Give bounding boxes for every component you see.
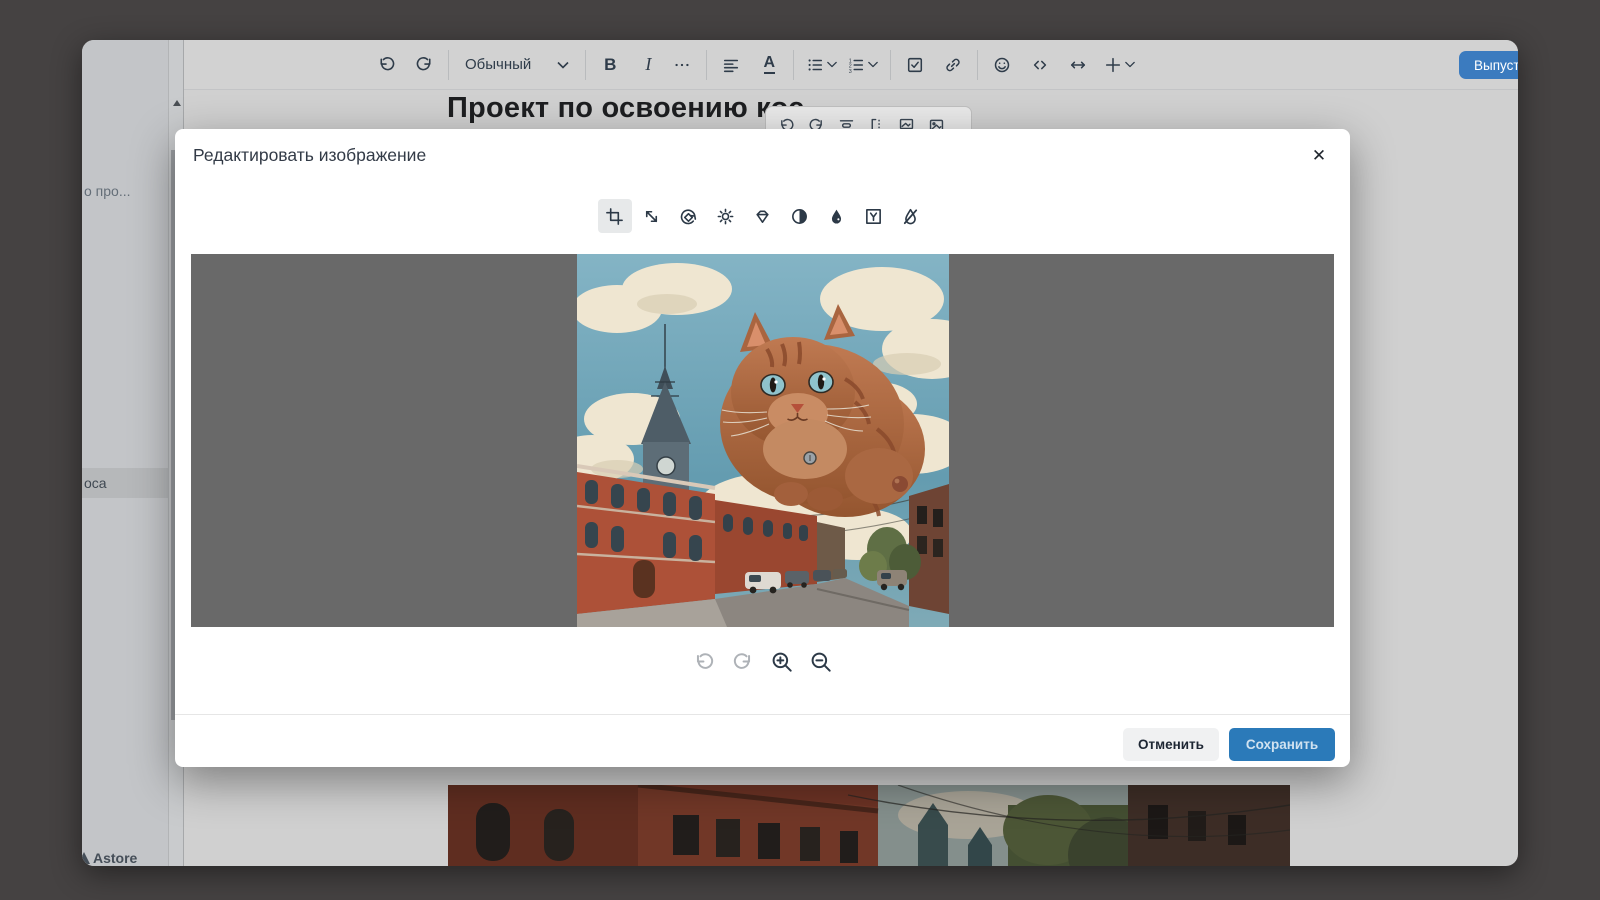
toolbar-divider xyxy=(706,50,707,80)
image-tools-toolbar xyxy=(175,199,1350,233)
brightness-tool-button[interactable] xyxy=(709,199,743,233)
edit-image-modal: Редактировать изображение ✕ xyxy=(175,129,1350,767)
scroll-up-icon[interactable] xyxy=(173,100,181,106)
horizontal-arrows-icon xyxy=(1069,56,1087,74)
editor-window: о про... оса Astore Обычный B I xyxy=(82,40,1518,866)
paragraph-style-dropdown[interactable]: Обычный xyxy=(459,56,575,73)
canvas-controls xyxy=(175,649,1350,675)
grayscale-tool-button[interactable] xyxy=(857,199,891,233)
publish-button[interactable]: Выпустить xyxy=(1459,51,1518,79)
sidebar-item-selected[interactable]: оса xyxy=(82,468,170,498)
link-button[interactable] xyxy=(939,50,967,80)
droplet-icon xyxy=(827,207,846,226)
sidebar-item[interactable]: о про... xyxy=(84,183,131,199)
zoom-out-icon xyxy=(809,650,833,674)
chevron-down-icon xyxy=(557,61,569,69)
code-icon xyxy=(1031,56,1049,74)
redo-icon xyxy=(415,55,434,74)
text-color-icon: A xyxy=(764,55,776,74)
align-button[interactable] xyxy=(717,50,745,80)
undo-button[interactable] xyxy=(372,50,400,80)
svg-text:3: 3 xyxy=(849,69,852,74)
full-width-button[interactable] xyxy=(1064,50,1092,80)
cancel-button[interactable]: Отменить xyxy=(1123,728,1219,761)
redo-button[interactable] xyxy=(410,50,438,80)
undo-icon xyxy=(693,651,715,673)
emoji-button[interactable] xyxy=(988,50,1016,80)
brand-label: Astore xyxy=(93,850,137,866)
zoom-out-button[interactable] xyxy=(808,649,834,675)
bullet-list-icon xyxy=(806,56,824,74)
code-button[interactable] xyxy=(1026,50,1054,80)
toolbar-divider xyxy=(890,50,891,80)
checkbox-list-button[interactable] xyxy=(901,50,929,80)
link-icon xyxy=(944,56,962,74)
sidebar: о про... оса Astore xyxy=(82,40,184,866)
align-left-icon xyxy=(722,56,740,74)
brand-logo-icon xyxy=(82,852,90,864)
blur-tool-button[interactable] xyxy=(820,199,854,233)
numbered-list-button[interactable]: 123 xyxy=(845,50,880,80)
chevron-down-icon xyxy=(827,61,837,68)
toolbar-divider xyxy=(448,50,449,80)
city-street-image xyxy=(448,785,1290,866)
bold-icon: B xyxy=(604,55,616,75)
contrast-tool-button[interactable] xyxy=(783,199,817,233)
resize-icon xyxy=(642,207,661,226)
numbered-list-icon: 123 xyxy=(847,56,865,74)
chevron-down-icon xyxy=(1125,61,1135,68)
toolbar-divider xyxy=(793,50,794,80)
crop-icon xyxy=(605,207,624,226)
insert-block-button[interactable] xyxy=(1102,50,1137,80)
crop-tool-button[interactable] xyxy=(598,199,632,233)
more-formatting-button[interactable] xyxy=(668,50,696,80)
document-image[interactable] xyxy=(448,785,1290,866)
edit-undo-button[interactable] xyxy=(691,649,717,675)
cat-over-city-image xyxy=(577,254,949,627)
modal-title: Редактировать изображение xyxy=(193,145,426,166)
saturation-tool-button[interactable] xyxy=(746,199,780,233)
bullet-list-button[interactable] xyxy=(804,50,839,80)
contrast-icon xyxy=(790,207,809,226)
edit-redo-button[interactable] xyxy=(730,649,756,675)
undo-icon xyxy=(377,55,396,74)
droplet-slash-icon xyxy=(901,207,920,226)
tint-remove-tool-button[interactable] xyxy=(894,199,928,233)
toolbar-divider xyxy=(977,50,978,80)
editor-toolbar: Обычный B I A 123 xyxy=(184,40,1518,90)
y-box-icon xyxy=(864,207,883,226)
plus-icon xyxy=(1104,56,1122,74)
close-button[interactable]: ✕ xyxy=(1304,141,1334,171)
paragraph-style-label: Обычный xyxy=(465,56,531,73)
chevron-down-icon xyxy=(868,61,878,68)
text-color-button[interactable]: A xyxy=(755,50,783,80)
zoom-in-icon xyxy=(770,650,794,674)
document-title[interactable]: Проект по освоению кос xyxy=(447,92,804,125)
redo-icon xyxy=(732,651,754,673)
toolbar-divider xyxy=(585,50,586,80)
emoji-icon xyxy=(993,56,1011,74)
save-button[interactable]: Сохранить xyxy=(1229,728,1335,761)
more-dots-icon xyxy=(673,56,691,74)
gem-icon xyxy=(753,207,772,226)
brand: Astore xyxy=(82,844,137,866)
bold-button[interactable]: B xyxy=(596,50,624,80)
brightness-icon xyxy=(716,207,735,226)
edit-canvas[interactable] xyxy=(191,254,1334,627)
modal-footer: Отменить Сохранить xyxy=(175,714,1350,767)
checkbox-icon xyxy=(906,56,924,74)
italic-button[interactable]: I xyxy=(634,50,662,80)
resize-tool-button[interactable] xyxy=(635,199,669,233)
zoom-in-button[interactable] xyxy=(769,649,795,675)
italic-icon: I xyxy=(645,54,651,75)
rotate-tool-button[interactable] xyxy=(672,199,706,233)
rotate-icon xyxy=(679,207,698,226)
